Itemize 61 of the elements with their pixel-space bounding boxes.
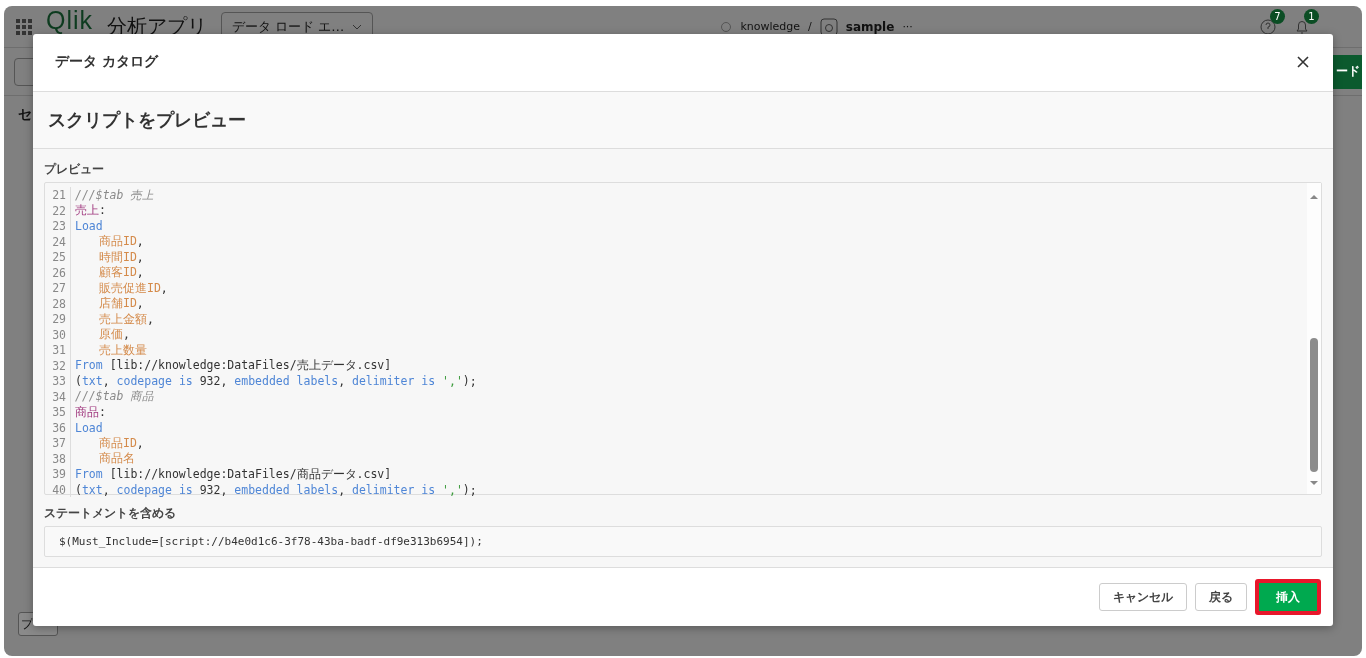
help-icon[interactable] [1260,18,1276,35]
line-number: 40 [45,481,71,498]
line-number: 35 [45,404,71,420]
code-line: 売上数量 [98,342,147,358]
line-number: 25 [45,249,71,265]
line-number: 21 [45,187,71,203]
caret-icon [352,23,363,30]
code-line: 顧客ID, [98,265,144,281]
preview-label: プレビュー [44,161,105,179]
code-line: Load [74,420,103,435]
code-line: (txt, codepage is 932, embedded labels, delimiter is ','); [74,374,477,389]
app-title: sample [845,19,895,34]
line-number: 28 [45,295,71,312]
code-line: 売上金額, [98,311,154,327]
dialog-title: データ カタログ [55,53,158,72]
code-line: 商品名 [98,451,135,467]
breadcrumb-separator: / [808,20,812,33]
line-number: 37 [45,435,71,451]
code-line: 商品ID, [98,234,144,250]
line-number: 34 [45,388,71,405]
statement-label: ステートメントを含める [44,505,177,523]
line-number: 29 [45,311,71,327]
code-line: From [lib://knowledge:DataFiles/売上データ.csv] [74,358,392,374]
code-line: 商品: [74,404,106,420]
code-line: 商品ID, [98,435,144,451]
line-number: 30 [45,326,71,343]
code-line: ///$tab 売上 [74,187,155,203]
more-button[interactable]: ··· [902,20,913,33]
line-number: 26 [45,264,71,281]
notification-badge: 7 [1270,8,1285,24]
code-line: 原価, [98,327,130,343]
line-number: 24 [45,233,71,250]
line-number: 22 [45,202,71,219]
apps-grid-icon[interactable] [16,18,32,35]
code-line: 売上: [74,203,106,219]
code-line: Load [74,219,103,234]
line-number: 33 [45,373,71,389]
statement-field[interactable]: $(Must_Include=[script://b4e0d1c6-3f78-43ba-badf-df9e313b6954]); [44,526,1322,558]
code-line: ///$tab 商品 [74,389,155,405]
line-number: 36 [45,419,71,436]
code-line: From [lib://knowledge:DataFiles/商品データ.csv] [74,466,392,482]
line-number: 39 [45,466,71,482]
line-number: 31 [45,342,71,358]
code-line: 販売促進ID, [98,280,168,296]
line-number: 32 [45,357,71,374]
space-link[interactable]: knowledge [740,20,801,33]
insert-button[interactable]: 挿入 [1255,579,1321,616]
dialog-button[interactable]: キャンセル [1099,583,1187,612]
code-line: 時間ID, [98,249,144,265]
line-number: 27 [45,280,71,296]
line-number: 23 [45,218,71,234]
code-line: 店舗ID, [98,296,144,312]
line-number: 38 [45,450,71,467]
section-heading: セ [18,106,32,124]
step-title: スクリプトをプレビュー [48,108,246,132]
dialog-button[interactable]: 戻る [1195,583,1247,612]
code-line: (txt, codepage is 932, embedded labels, delimiter is ','); [74,482,477,497]
logo: Qlik [46,8,94,33]
scrollbar[interactable] [1307,183,1321,495]
bell-icon[interactable] [1294,18,1310,35]
notification-badge: 1 [1304,8,1319,24]
